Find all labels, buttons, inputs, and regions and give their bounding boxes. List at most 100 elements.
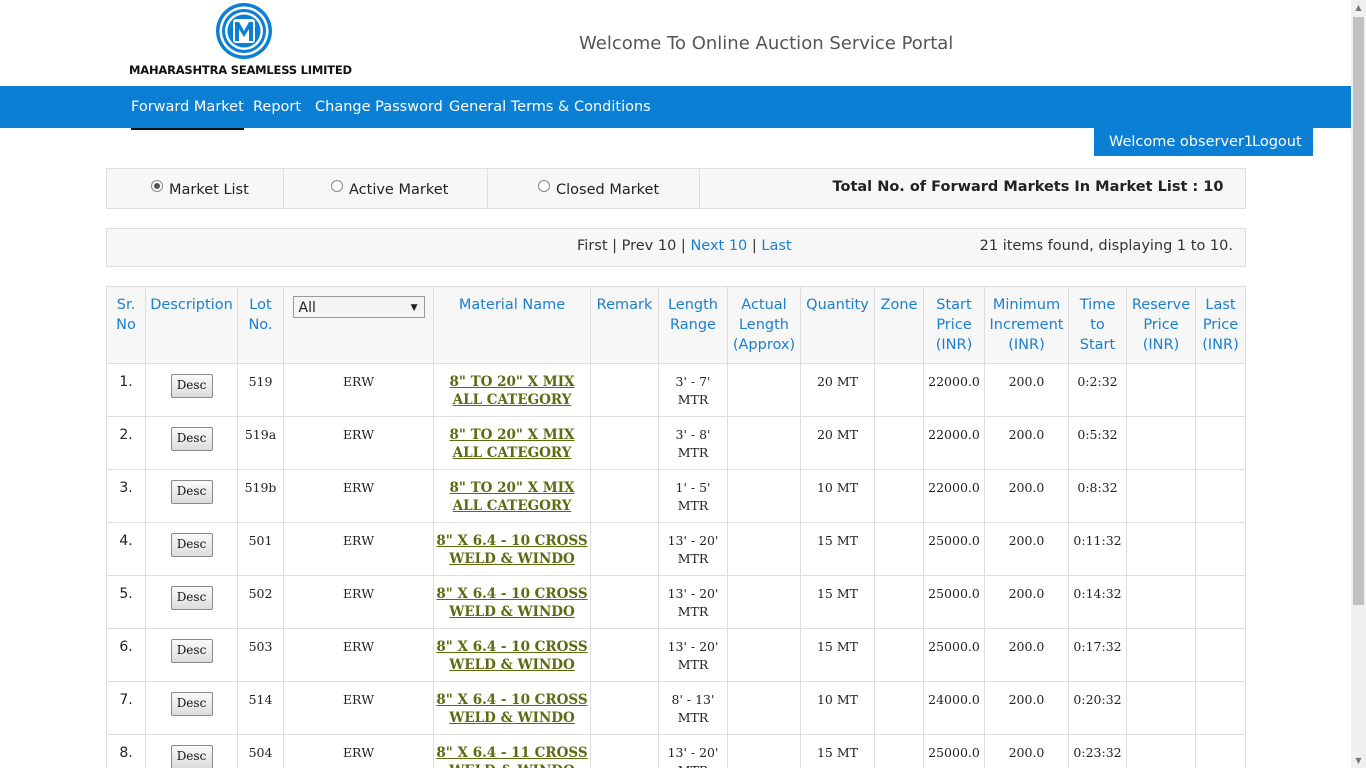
col-description[interactable]: Description bbox=[145, 286, 238, 364]
cell-min-increment: 200.0 bbox=[984, 575, 1069, 629]
logout-link[interactable]: Logout bbox=[1252, 128, 1302, 156]
cell-desc: Desc bbox=[145, 628, 238, 682]
nav-forward-market[interactable]: Forward Market bbox=[131, 86, 244, 130]
desc-button[interactable]: Desc bbox=[170, 427, 213, 451]
material-link[interactable]: 8" TO 20" X MIX ALL CATEGORY bbox=[449, 374, 574, 408]
cell-last-price bbox=[1195, 628, 1246, 682]
col-srno[interactable]: Sr. No bbox=[106, 286, 146, 364]
desc-button[interactable]: Desc bbox=[170, 480, 213, 504]
page-next[interactable]: Next 10 bbox=[690, 238, 747, 254]
category-select[interactable]: All ▼ bbox=[292, 296, 425, 318]
nav-general-terms[interactable]: General Terms & Conditions bbox=[449, 86, 651, 128]
material-link[interactable]: 8" X 6.4 - 10 CROSS WELD & WINDO bbox=[436, 533, 587, 567]
cell-desc: Desc bbox=[145, 681, 238, 735]
cell-actual-length bbox=[727, 681, 801, 735]
cell-desc: Desc bbox=[145, 416, 238, 470]
cell-material: 8" TO 20" X MIX ALL CATEGORY bbox=[433, 416, 591, 470]
page-prev[interactable]: Prev 10 bbox=[622, 238, 677, 254]
cell-length-range: 13' - 20' MTR bbox=[658, 522, 728, 576]
cell-quantity: 10 MT bbox=[800, 681, 875, 735]
cell-length-range: 13' - 20' MTR bbox=[658, 628, 728, 682]
nav-change-password[interactable]: Change Password bbox=[315, 86, 443, 128]
material-link[interactable]: 8" X 6.4 - 11 CROSS WELD & WINDO bbox=[436, 745, 587, 768]
desc-button[interactable]: Desc bbox=[170, 745, 213, 768]
page-first[interactable]: First bbox=[577, 238, 608, 254]
material-link[interactable]: 8" X 6.4 - 10 CROSS WELD & WINDO bbox=[436, 586, 587, 620]
cell-reserve-price bbox=[1126, 628, 1196, 682]
material-link[interactable]: 8" TO 20" X MIX ALL CATEGORY bbox=[449, 427, 574, 461]
cell-lot: 514 bbox=[237, 681, 284, 735]
cell-remark bbox=[590, 628, 659, 682]
market-table: Sr. No Description Lot No. All ▼ Material… bbox=[106, 286, 1246, 768]
material-link[interactable]: 8" TO 20" X MIX ALL CATEGORY bbox=[449, 480, 574, 514]
radio-market-list[interactable] bbox=[151, 180, 163, 192]
table-row: 6. Desc 503 ERW 8" X 6.4 - 10 CROSS WELD & W… bbox=[106, 628, 1246, 682]
page-last[interactable]: Last bbox=[761, 238, 791, 254]
cell-reserve-price bbox=[1126, 681, 1196, 735]
material-link[interactable]: 8" X 6.4 - 10 CROSS WELD & WINDO bbox=[436, 692, 587, 726]
col-reserve-price[interactable]: Reserve Price (INR) bbox=[1126, 286, 1196, 364]
col-length-range[interactable]: Length Range bbox=[658, 286, 728, 364]
cell-srno: 5. bbox=[106, 575, 146, 629]
cell-lot: 502 bbox=[237, 575, 284, 629]
cell-last-price bbox=[1195, 575, 1246, 629]
cell-time-to-start: 0:20:32 bbox=[1068, 681, 1127, 735]
col-last-price[interactable]: Last Price (INR) bbox=[1195, 286, 1246, 364]
scroll-up-icon[interactable]: ▲ bbox=[1351, 0, 1366, 15]
col-zone[interactable]: Zone bbox=[874, 286, 924, 364]
cell-type: ERW bbox=[283, 363, 434, 417]
cell-srno: 7. bbox=[106, 681, 146, 735]
page: MAHARASHTRA SEAMLESS LIMITED Welcome To … bbox=[0, 0, 1351, 768]
desc-button[interactable]: Desc bbox=[170, 639, 213, 663]
material-link[interactable]: 8" X 6.4 - 10 CROSS WELD & WINDO bbox=[436, 639, 587, 673]
scroll-thumb[interactable] bbox=[1353, 17, 1364, 605]
cell-remark bbox=[590, 469, 659, 523]
vertical-scrollbar[interactable]: ▲ ▼ bbox=[1351, 0, 1366, 768]
col-start-price[interactable]: Start Price (INR) bbox=[923, 286, 985, 364]
cell-min-increment: 200.0 bbox=[984, 628, 1069, 682]
col-time-to-start[interactable]: Time to Start bbox=[1068, 286, 1127, 364]
cell-start-price: 24000.0 bbox=[923, 681, 985, 735]
col-remark[interactable]: Remark bbox=[590, 286, 659, 364]
cell-srno: 2. bbox=[106, 416, 146, 470]
desc-button[interactable]: Desc bbox=[170, 586, 213, 610]
desc-button[interactable]: Desc bbox=[170, 692, 213, 716]
cell-reserve-price bbox=[1126, 363, 1196, 417]
cell-lot: 519b bbox=[237, 469, 284, 523]
col-material[interactable]: Material Name bbox=[433, 286, 591, 364]
nav-report[interactable]: Report bbox=[253, 86, 301, 128]
pagination: First | Prev 10 | Next 10 | Last bbox=[577, 238, 792, 254]
scroll-down-icon[interactable]: ▼ bbox=[1351, 753, 1366, 768]
filter-market-list[interactable]: Market List bbox=[107, 169, 284, 208]
header: MAHARASHTRA SEAMLESS LIMITED Welcome To … bbox=[0, 0, 1351, 86]
cell-srno: 6. bbox=[106, 628, 146, 682]
dropdown-arrow-icon: ▼ bbox=[410, 303, 418, 313]
cell-quantity: 15 MT bbox=[800, 575, 875, 629]
cell-srno: 4. bbox=[106, 522, 146, 576]
table-row: 4. Desc 501 ERW 8" X 6.4 - 10 CROSS WELD & W… bbox=[106, 522, 1246, 576]
cell-last-price bbox=[1195, 522, 1246, 576]
cell-last-price bbox=[1195, 363, 1246, 417]
cell-min-increment: 200.0 bbox=[984, 363, 1069, 417]
cell-reserve-price bbox=[1126, 522, 1196, 576]
cell-actual-length bbox=[727, 628, 801, 682]
pager-sep: | bbox=[747, 238, 762, 254]
items-found-text: 21 items found, displaying 1 to 10. bbox=[979, 238, 1233, 254]
cell-desc: Desc bbox=[145, 522, 238, 576]
filter-closed-market[interactable]: Closed Market bbox=[487, 169, 700, 208]
col-min-increment[interactable]: Minimum Increment (INR) bbox=[984, 286, 1069, 364]
col-actual-length[interactable]: Actual Length (Approx) bbox=[727, 286, 801, 364]
desc-button[interactable]: Desc bbox=[170, 374, 213, 398]
cell-last-price bbox=[1195, 734, 1246, 768]
filter-active-market[interactable]: Active Market bbox=[283, 169, 488, 208]
desc-button[interactable]: Desc bbox=[170, 533, 213, 557]
col-lot[interactable]: Lot No. bbox=[237, 286, 284, 364]
company-logo[interactable]: MAHARASHTRA SEAMLESS LIMITED bbox=[129, 2, 359, 82]
col-quantity[interactable]: Quantity bbox=[800, 286, 875, 364]
radio-active-market[interactable] bbox=[331, 180, 343, 192]
radio-closed-market[interactable] bbox=[538, 180, 550, 192]
cell-actual-length bbox=[727, 734, 801, 768]
filter-label: Market List bbox=[169, 182, 249, 198]
cell-srno: 8. bbox=[106, 734, 146, 768]
cell-length-range: 13' - 20' MTR bbox=[658, 575, 728, 629]
